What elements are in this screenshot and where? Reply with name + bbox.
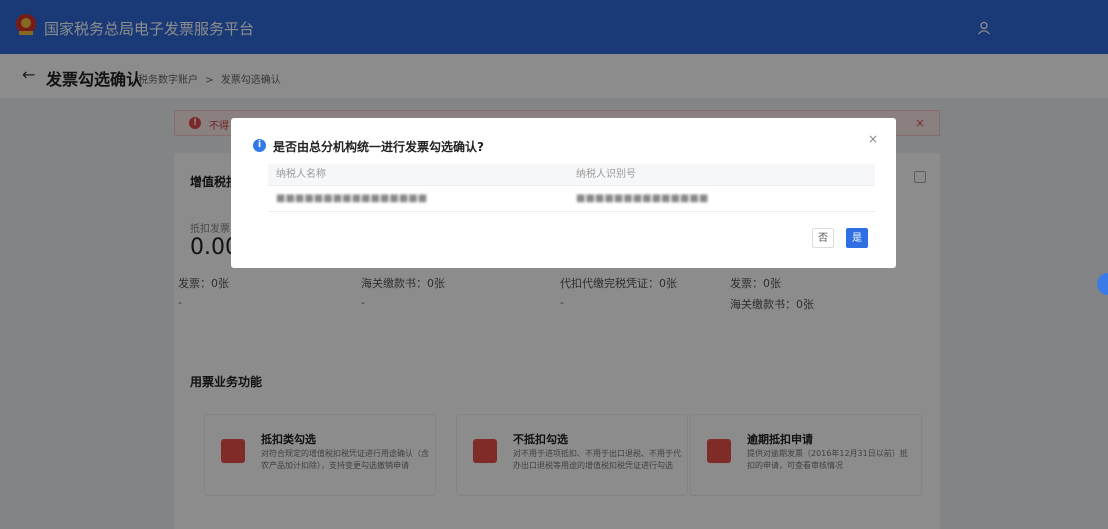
column-header-name: 纳税人名称 (276, 169, 326, 180)
yes-button[interactable]: 是 (846, 228, 868, 248)
column-header-tax-id: 纳税人识别号 (576, 169, 636, 180)
taxpayer-table: 纳税人名称 纳税人识别号 ■■■■■■■■■■■■■■■■ ■■■■■■■■■■… (268, 164, 875, 212)
dialog-close-button[interactable]: × (868, 132, 878, 146)
table-header: 纳税人名称 纳税人识别号 (268, 164, 875, 186)
dialog-title: 是否由总分机构统一进行发票勾选确认? (273, 140, 484, 154)
confirm-dialog: i 是否由总分机构统一进行发票勾选确认? × 纳税人名称 纳税人识别号 ■■■■… (231, 118, 896, 268)
taxpayer-id-cell: ■■■■■■■■■■■■■■ (576, 193, 709, 204)
taxpayer-name-cell: ■■■■■■■■■■■■■■■■ (276, 193, 428, 204)
info-icon: i (253, 139, 266, 152)
table-row: ■■■■■■■■■■■■■■■■ ■■■■■■■■■■■■■■ (268, 186, 875, 212)
no-button[interactable]: 否 (812, 228, 834, 248)
